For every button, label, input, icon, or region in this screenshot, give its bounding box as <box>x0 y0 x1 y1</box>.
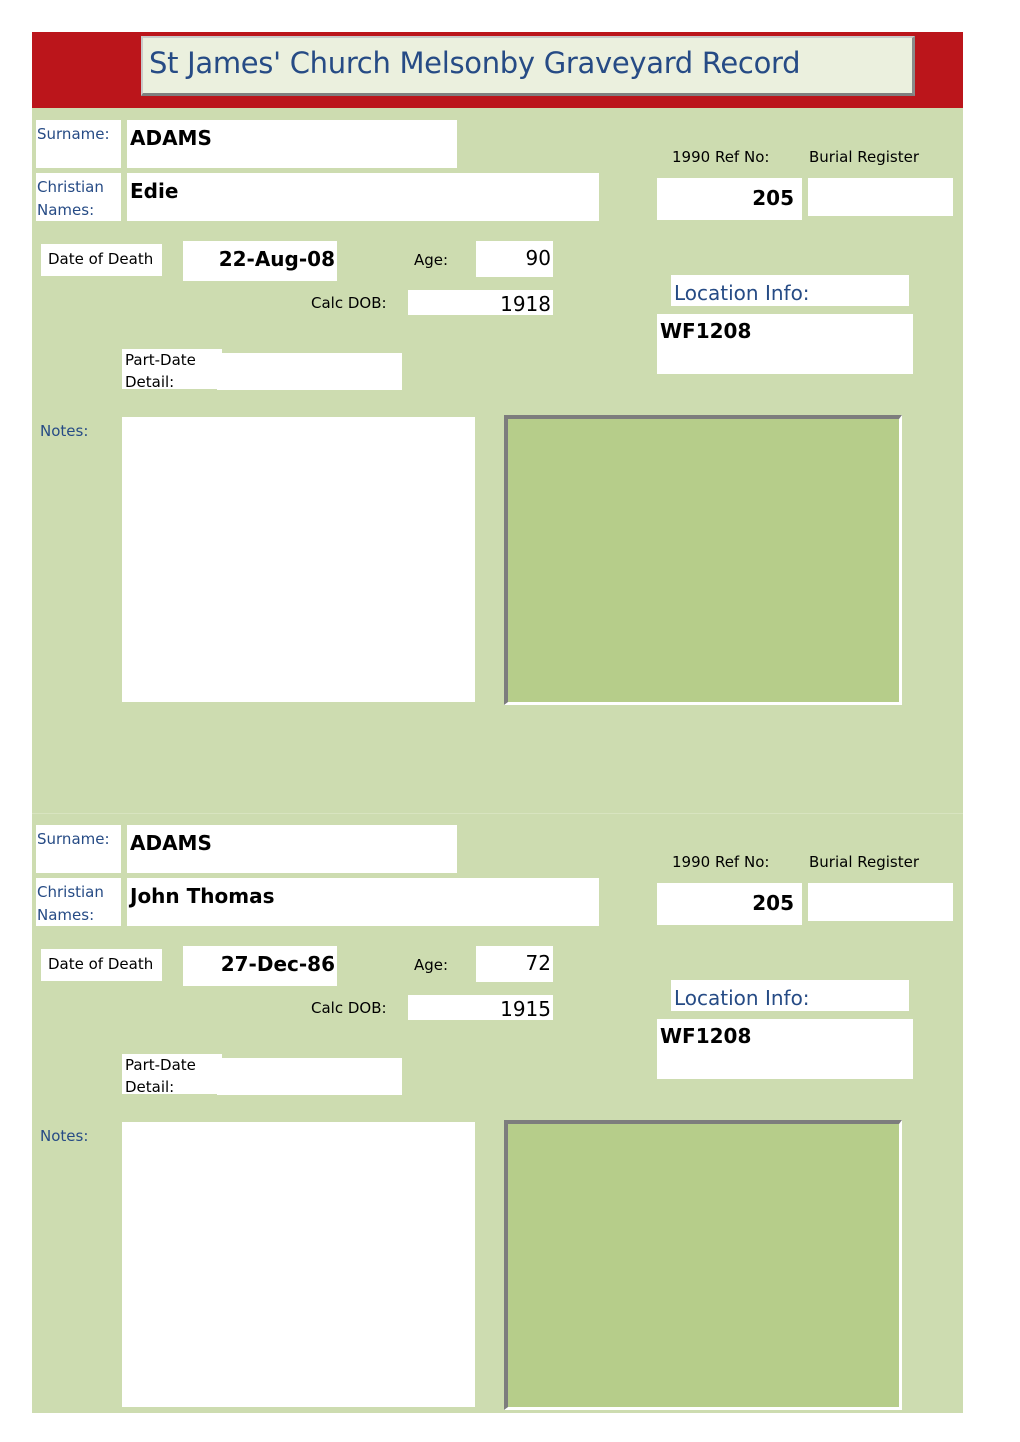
christian-names-label-box: Christian Names: <box>36 878 121 926</box>
part-date-detail-field[interactable] <box>217 1058 402 1095</box>
part-date-label-line2: Detail: <box>125 373 175 389</box>
ref-no-label: 1990 Ref No: <box>672 853 770 871</box>
calc-dob-value: 1918 <box>500 292 551 316</box>
notes-field[interactable] <box>122 1122 475 1407</box>
christian-label-line2: Names: <box>37 201 95 219</box>
age-value: 72 <box>525 951 551 975</box>
calc-dob-field[interactable]: 1918 <box>408 290 553 315</box>
notes-label: Notes: <box>40 1127 89 1145</box>
location-info-label-box: Location Info: <box>671 980 909 1011</box>
surname-label-box: Surname: <box>36 825 121 873</box>
date-of-death-field[interactable]: 22-Aug-08 <box>183 241 337 281</box>
age-label: Age: <box>414 251 449 269</box>
ref-no-value: 205 <box>752 891 794 915</box>
ref-no-field[interactable]: 205 <box>657 883 802 925</box>
location-info-label-box: Location Info: <box>671 275 909 306</box>
calc-dob-value: 1915 <box>500 997 551 1021</box>
calc-dob-label: Calc DOB: <box>311 999 387 1017</box>
burial-register-label: Burial Register <box>809 853 920 871</box>
christian-names-label-box: Christian Names: <box>36 173 121 221</box>
age-value: 90 <box>525 246 551 270</box>
photo-frame <box>504 1120 902 1410</box>
ref-no-value: 205 <box>752 186 794 210</box>
burial-register-field[interactable] <box>808 883 953 921</box>
date-of-death-label: Date of Death <box>48 955 154 973</box>
photo-frame <box>504 415 902 705</box>
christian-names-field[interactable]: John Thomas <box>127 878 599 926</box>
age-label: Age: <box>414 956 449 974</box>
christian-label-line1: Christian <box>37 883 104 901</box>
location-info-label: Location Info: <box>674 281 810 305</box>
record: Surname: ADAMS Christian Names: John Tho… <box>0 813 1020 1413</box>
location-field[interactable]: WF1208 <box>657 314 913 374</box>
title-box: St James' Church Melsonby Graveyard Reco… <box>141 36 915 96</box>
surname-label-box: Surname: <box>36 120 121 168</box>
date-of-death-label-box: Date of Death <box>41 949 162 981</box>
burial-register-field[interactable] <box>808 178 953 216</box>
christian-names-field[interactable]: Edie <box>127 173 599 221</box>
surname-label: Surname: <box>37 125 110 143</box>
notes-label: Notes: <box>40 422 89 440</box>
part-date-label-box: Part-Date Detail: <box>122 1054 222 1094</box>
date-of-death-label-box: Date of Death <box>41 244 162 276</box>
christian-label-line1: Christian <box>37 178 104 196</box>
christian-label-line2: Names: <box>37 906 95 924</box>
location-value: WF1208 <box>660 319 752 343</box>
age-field[interactable]: 90 <box>476 241 553 277</box>
ref-no-label: 1990 Ref No: <box>672 148 770 166</box>
christian-names-value: John Thomas <box>130 884 275 908</box>
age-field[interactable]: 72 <box>476 946 553 982</box>
date-of-death-label: Date of Death <box>48 250 154 268</box>
calc-dob-label: Calc DOB: <box>311 294 387 312</box>
date-of-death-value: 27-Dec-86 <box>220 952 335 976</box>
christian-names-value: Edie <box>130 179 179 203</box>
location-info-label: Location Info: <box>674 986 810 1010</box>
part-date-label-box: Part-Date Detail: <box>122 349 222 389</box>
ref-no-field[interactable]: 205 <box>657 178 802 220</box>
burial-register-label: Burial Register <box>809 148 920 166</box>
part-date-label-line1: Part-Date <box>125 1056 196 1074</box>
surname-field[interactable]: ADAMS <box>127 825 457 873</box>
surname-value: ADAMS <box>130 126 212 150</box>
calc-dob-field[interactable]: 1915 <box>408 995 553 1020</box>
part-date-label-line2: Detail: <box>125 1078 175 1094</box>
notes-field[interactable] <box>122 417 475 702</box>
page-title: St James' Church Melsonby Graveyard Reco… <box>149 46 801 80</box>
part-date-detail-field[interactable] <box>217 353 402 390</box>
location-value: WF1208 <box>660 1024 752 1048</box>
date-of-death-field[interactable]: 27-Dec-86 <box>183 946 337 986</box>
date-of-death-value: 22-Aug-08 <box>218 247 335 271</box>
part-date-label-line1: Part-Date <box>125 351 196 369</box>
surname-label: Surname: <box>37 830 110 848</box>
header-banner: St James' Church Melsonby Graveyard Reco… <box>32 32 963 108</box>
location-field[interactable]: WF1208 <box>657 1019 913 1079</box>
surname-field[interactable]: ADAMS <box>127 120 457 168</box>
surname-value: ADAMS <box>130 831 212 855</box>
graveyard-record-page: St James' Church Melsonby Graveyard Reco… <box>0 0 1020 1442</box>
record: Surname: ADAMS Christian Names: Edie 199… <box>0 108 1020 708</box>
